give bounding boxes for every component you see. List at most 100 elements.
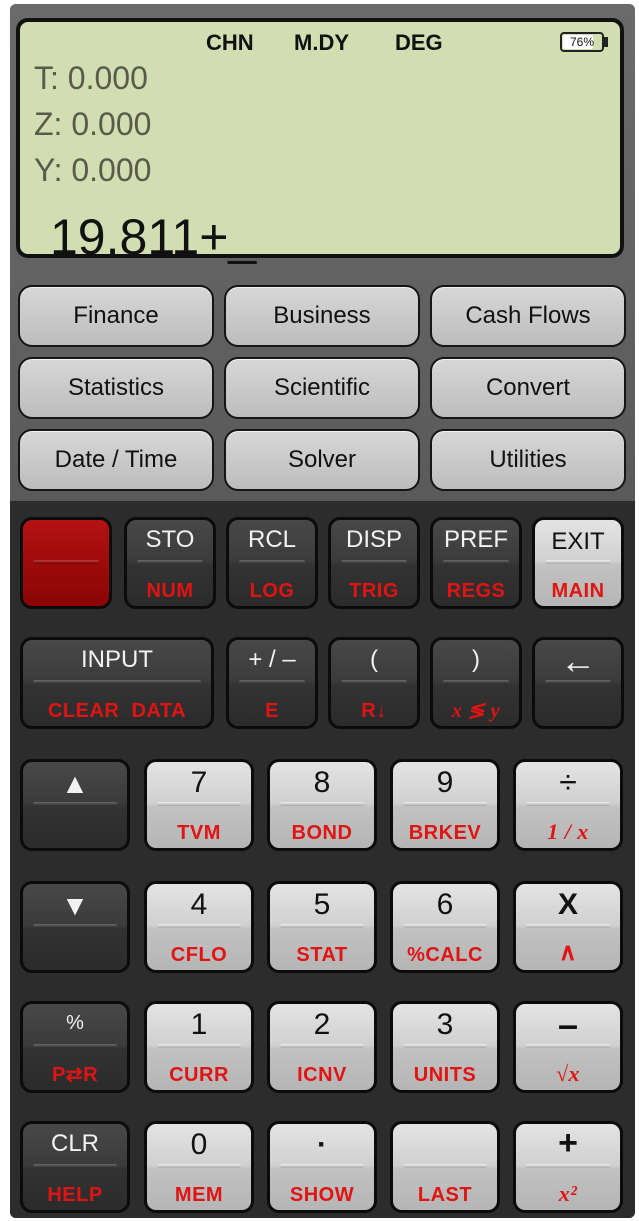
- battery-tip: [604, 37, 608, 47]
- calculator-app: CHN M.DY DEG 76% T: 0.000 Z: 0.000 Y: 0.…: [10, 4, 635, 1218]
- key-shift-label: CFLO: [170, 944, 228, 966]
- key-shift-label: CLEAR DATA: [47, 700, 187, 722]
- key-label: RCL: [247, 526, 296, 553]
- key-label: ·: [317, 1128, 327, 1161]
- change-sign-key[interactable]: + / – E: [226, 637, 318, 729]
- disp-key[interactable]: DISP TRIG: [328, 517, 420, 609]
- down-arrow-icon: ▼: [61, 890, 89, 921]
- menu-solver[interactable]: Solver: [224, 429, 420, 491]
- divide-key[interactable]: ÷ 1 / x: [513, 759, 623, 851]
- battery-percent: 76%: [569, 35, 595, 49]
- key-label: CLR: [50, 1130, 99, 1157]
- backspace-key[interactable]: ←: [532, 637, 624, 729]
- menu-business[interactable]: Business: [224, 285, 420, 347]
- down-arrow-key[interactable]: ▼: [20, 881, 130, 973]
- rcl-key[interactable]: RCL LOG: [226, 517, 318, 609]
- annunciator-date-format: M.DY: [294, 30, 349, 55]
- key-label: 7: [190, 766, 208, 799]
- menu-cash-flows[interactable]: Cash Flows: [430, 285, 626, 347]
- key-shift-label: LAST: [417, 1184, 473, 1206]
- display-area: CHN M.DY DEG 76% T: 0.000 Z: 0.000 Y: 0.…: [10, 4, 635, 501]
- key-shift-label: %CALC: [407, 944, 483, 966]
- key-label: EXIT: [551, 528, 605, 555]
- key-shift-label: REGS: [446, 580, 506, 602]
- digit-7-key[interactable]: 7 TVM: [144, 759, 254, 851]
- key-shift-label: 1 / x: [547, 819, 589, 844]
- digit-5-key[interactable]: 5 STAT: [267, 881, 377, 973]
- up-arrow-icon: ▲: [61, 768, 89, 799]
- key-shift-label: TVM: [177, 822, 221, 844]
- key-shift-label: SHOW: [289, 1184, 355, 1206]
- menu-finance[interactable]: Finance: [18, 285, 214, 347]
- digit-1-key[interactable]: 1 CURR: [144, 1001, 254, 1093]
- clr-key[interactable]: CLR HELP: [20, 1121, 130, 1213]
- exit-key[interactable]: EXIT MAIN: [532, 517, 624, 609]
- key-shift-label: ICNV: [297, 1064, 347, 1086]
- pref-key[interactable]: PREF REGS: [430, 517, 522, 609]
- add-key[interactable]: + x²: [513, 1121, 623, 1213]
- key-shift-label: P⇄R: [51, 1064, 99, 1086]
- sto-key[interactable]: STO NUM: [124, 517, 216, 609]
- digit-3-key[interactable]: 3 UNITS: [390, 1001, 500, 1093]
- digit-6-key[interactable]: 6 %CALC: [390, 881, 500, 973]
- digit-0-key[interactable]: 0 MEM: [144, 1121, 254, 1213]
- key-label: +: [558, 1124, 578, 1162]
- key-label: STO: [145, 526, 195, 553]
- key-shift-label: BRKEV: [408, 822, 482, 844]
- percent-key[interactable]: % P⇄R: [20, 1001, 130, 1093]
- key-label: 9: [436, 766, 454, 799]
- key-shift-label: UNITS: [413, 1064, 477, 1086]
- annunciator-chn: CHN: [206, 30, 254, 55]
- digit-4-key[interactable]: 4 CFLO: [144, 881, 254, 973]
- key-label: %: [66, 1012, 84, 1034]
- decimal-point-key[interactable]: · SHOW: [267, 1121, 377, 1213]
- close-paren-key[interactable]: ) x ≶ y: [430, 637, 522, 729]
- key-label: –: [557, 1004, 579, 1045]
- key-shift-label: CURR: [169, 1064, 229, 1086]
- key-shift-label: NUM: [146, 580, 194, 602]
- menu-scientific[interactable]: Scientific: [224, 357, 420, 419]
- key-label: + / –: [248, 646, 296, 673]
- key-label: 0: [190, 1128, 208, 1161]
- open-paren-key[interactable]: ( R↓: [328, 637, 420, 729]
- key-label: 6: [436, 888, 454, 921]
- up-arrow-key[interactable]: ▲: [20, 759, 130, 851]
- lcd-display: CHN M.DY DEG 76% T: 0.000 Z: 0.000 Y: 0.…: [16, 18, 624, 265]
- battery-icon: 76%: [560, 32, 604, 52]
- key-label: 2: [313, 1008, 331, 1041]
- menu-statistics[interactable]: Statistics: [18, 357, 214, 419]
- key-label: PREF: [443, 526, 508, 553]
- shift-key[interactable]: [20, 517, 112, 609]
- menu-date-time[interactable]: Date / Time: [18, 429, 214, 491]
- key-shift-label: x²: [558, 1181, 578, 1206]
- key-label: 3: [436, 1008, 454, 1041]
- key-label: ): [472, 646, 480, 673]
- key-shift-label: x ≶ y: [451, 700, 501, 722]
- last-key[interactable]: LAST: [390, 1121, 500, 1213]
- digit-9-key[interactable]: 9 BRKEV: [390, 759, 500, 851]
- stack-t: T: 0.000: [34, 60, 148, 96]
- key-shift-label: ∧: [558, 939, 578, 966]
- key-label: 8: [313, 766, 331, 799]
- key-shift-label: HELP: [47, 1184, 103, 1206]
- digit-8-key[interactable]: 8 BOND: [267, 759, 377, 851]
- key-shift-label: LOG: [249, 580, 295, 602]
- stack-z: Z: 0.000: [34, 106, 152, 142]
- key-shift-label: MAIN: [551, 580, 605, 602]
- key-label: 5: [313, 888, 331, 921]
- stack-y: Y: 0.000: [34, 152, 152, 188]
- menu-utilities[interactable]: Utilities: [430, 429, 626, 491]
- key-shift-label: MEM: [174, 1184, 224, 1206]
- key-shift-label: √x: [555, 1061, 581, 1086]
- subtract-key[interactable]: – √x: [513, 1001, 623, 1093]
- key-label: INPUT: [81, 646, 153, 673]
- key-shift-label: E: [265, 700, 279, 722]
- key-shift-label: TRIG: [349, 580, 399, 602]
- key-label: 1: [190, 1008, 208, 1041]
- multiply-key[interactable]: X ∧: [513, 881, 623, 973]
- entry-line: 19.811+_: [50, 209, 257, 265]
- key-label: 4: [190, 888, 208, 921]
- digit-2-key[interactable]: 2 ICNV: [267, 1001, 377, 1093]
- input-key[interactable]: INPUT CLEAR DATA: [20, 637, 214, 729]
- menu-convert[interactable]: Convert: [430, 357, 626, 419]
